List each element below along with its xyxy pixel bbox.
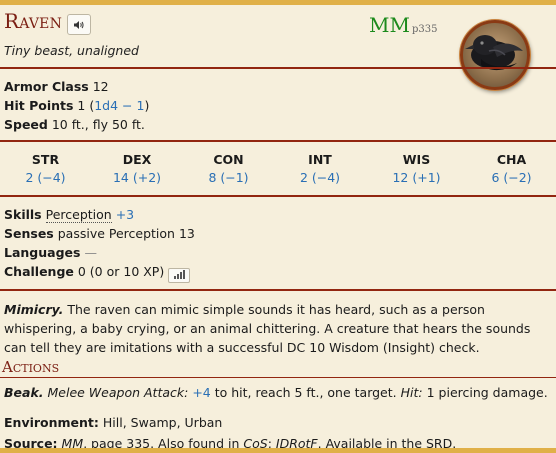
armor-class: Armor Class 12: [4, 79, 109, 94]
creature-token-image[interactable]: [460, 20, 530, 90]
source-page: p335: [411, 24, 438, 35]
actions-divider: [0, 377, 556, 378]
divider: [0, 195, 556, 197]
hit-points: Hit Points 1 (1d4 − 1): [4, 98, 150, 113]
trait-name: Mimicry.: [4, 302, 64, 317]
source-book-link[interactable]: MM: [62, 436, 84, 448]
actions-heading: Actions: [2, 358, 60, 376]
xp-chart-button[interactable]: [168, 268, 191, 283]
skills: Skills Perception +3: [4, 207, 135, 223]
source-cos-link[interactable]: CoS: [243, 436, 267, 448]
skill-perception-roll[interactable]: +3: [116, 207, 134, 222]
senses: Senses passive Perception 13: [4, 226, 195, 241]
skill-perception[interactable]: Perception: [45, 207, 112, 223]
ability-int[interactable]: INT 2 (−4): [274, 151, 366, 187]
creature-subtitle: Tiny beast, unaligned: [4, 43, 139, 58]
environment: Environment: Hill, Swamp, Urban: [4, 415, 223, 430]
statblock: Raven Tiny beast, unaligned MM p335 Armor…: [0, 0, 556, 453]
attack-roll-link[interactable]: +4: [192, 385, 210, 400]
divider: [0, 140, 556, 142]
ability-dex[interactable]: DEX 14 (+2): [91, 151, 183, 187]
action-name: Beak.: [4, 385, 44, 400]
raven-image: [465, 35, 523, 71]
core-stats: Armor Class 12 Hit Points 1 (1d4 − 1) Sp…: [4, 77, 149, 134]
creature-name: Raven: [4, 9, 63, 33]
play-sound-button[interactable]: [67, 14, 91, 35]
ability-scores: STR 2 (−4) DEX 14 (+2) CON 8 (−1) INT 2 …: [0, 151, 556, 187]
ability-con[interactable]: CON 8 (−1): [183, 151, 274, 187]
ability-str[interactable]: STR 2 (−4): [0, 151, 91, 187]
source: Source: MM, page 335. Also found in CoS;…: [4, 436, 457, 451]
ability-wis[interactable]: WIS 12 (+1): [366, 151, 467, 187]
source-idrotf-link[interactable]: IDRotF: [276, 436, 318, 448]
languages: Languages —: [4, 245, 97, 260]
trait-mimicry: Mimicry. The raven can mimic simple soun…: [4, 300, 549, 357]
challenge: Challenge 0 (0 or 10 XP): [4, 262, 195, 283]
hp-roll-link[interactable]: 1d4 − 1: [94, 98, 144, 113]
speaker-icon: [74, 20, 84, 29]
armor-class-value: 12: [92, 79, 109, 94]
source-tag[interactable]: MM p335: [369, 13, 437, 37]
divider: [0, 289, 556, 291]
ability-cha[interactable]: CHA 6 (−2): [467, 151, 556, 187]
speed: Speed 10 ft., fly 50 ft.: [4, 117, 145, 132]
divider: [0, 67, 556, 69]
trait-text: The raven can mimic simple sounds it has…: [4, 302, 531, 355]
action-beak: Beak. Melee Weapon Attack: +4 to hit, re…: [4, 385, 548, 400]
source-abbr[interactable]: MM: [369, 13, 410, 37]
details: Skills Perception +3 Senses passive Perc…: [4, 205, 195, 283]
